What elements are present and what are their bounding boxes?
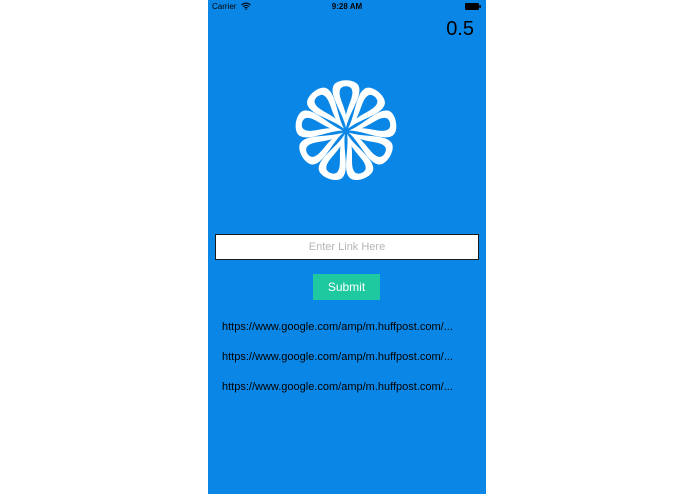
app-screen: Carrier 9:28 AM 0.5 Submit https://www.g… [208,0,486,494]
link-item[interactable]: https://www.google.com/amp/m.huffpost.co… [222,380,480,410]
battery-icon [465,3,481,10]
status-time: 9:28 AM [331,2,363,11]
score-value: 0.5 [446,18,474,40]
link-list: https://www.google.com/amp/m.huffpost.co… [222,320,480,410]
link-item[interactable]: https://www.google.com/amp/m.huffpost.co… [222,350,480,380]
flower-logo-icon [295,80,397,180]
status-bar: Carrier 9:28 AM [208,0,486,14]
submit-button[interactable]: Submit [313,274,380,300]
link-item[interactable]: https://www.google.com/amp/m.huffpost.co… [222,320,480,350]
link-input[interactable] [215,234,479,260]
